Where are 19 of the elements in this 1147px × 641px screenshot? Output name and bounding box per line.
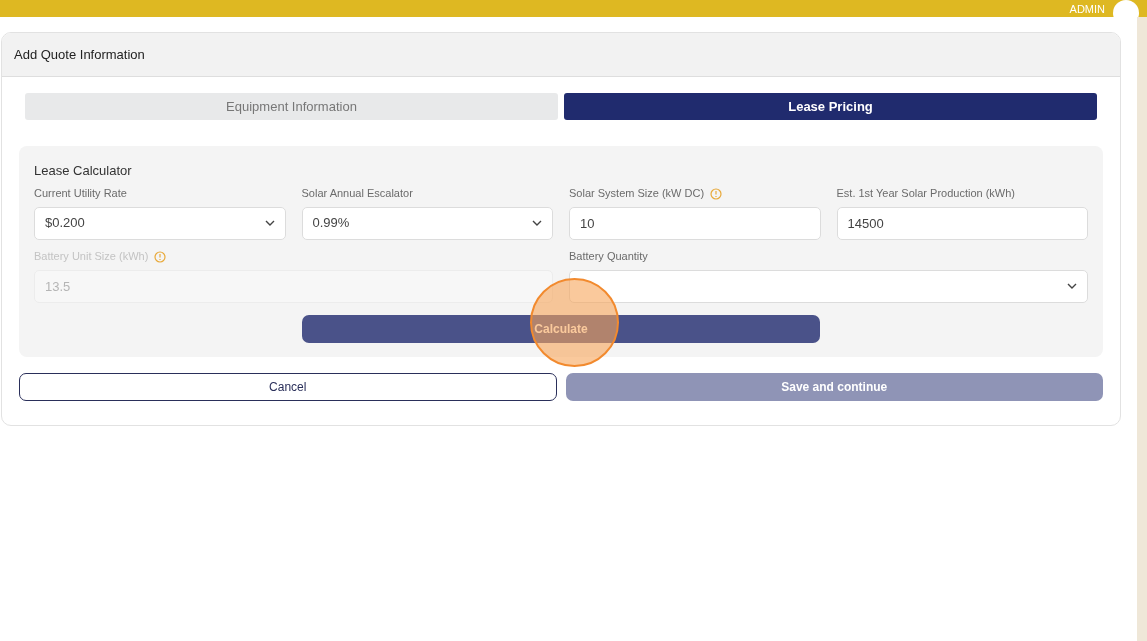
chevron-down-icon (532, 220, 542, 226)
input-field[interactable]: 10 (569, 206, 821, 240)
tab[interactable]: Equipment Information (25, 93, 558, 120)
select-field[interactable] (569, 269, 1088, 303)
field-label: Current Utility Rate (34, 186, 127, 202)
chevron-down-icon (1067, 283, 1077, 289)
input-field[interactable]: 14500 (836, 206, 1088, 240)
chevron-down-icon (264, 220, 275, 226)
select-field[interactable]: 0.99% (301, 206, 553, 240)
panel-title: Lease Calculator (34, 162, 133, 180)
card-title: Add Quote Information (14, 45, 145, 64)
field-label: Solar System Size (kW DC) (569, 186, 705, 202)
user-label: ADMIN (1069, 4, 1105, 15)
tab[interactable]: Lease Pricing (564, 93, 1097, 120)
cancel-button[interactable]: Cancel (19, 372, 557, 401)
field-label: Solar Annual Escalator (301, 186, 413, 202)
select-field[interactable]: $0.200 (34, 206, 286, 240)
field-label: Battery Quantity (569, 249, 648, 265)
field-label: Est. 1st Year Solar Production (kWh) (836, 186, 1016, 202)
